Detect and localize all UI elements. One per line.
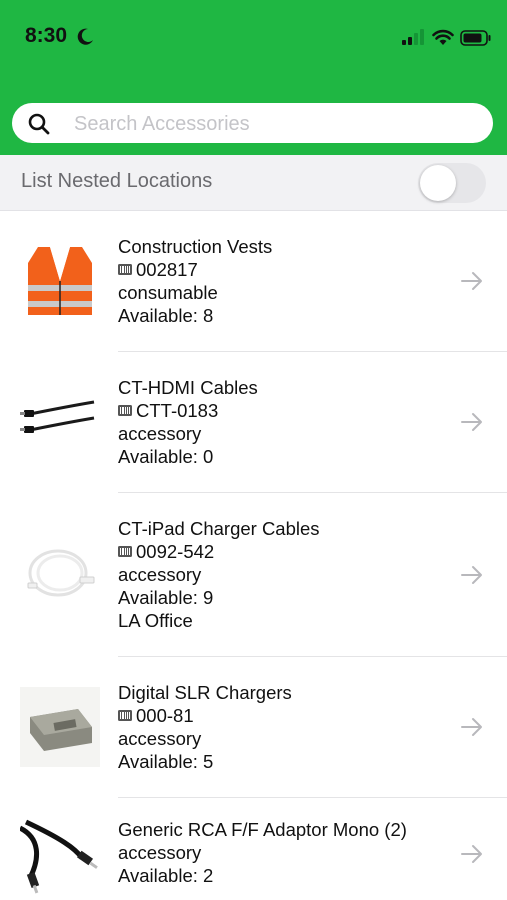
item-tag-value: 000-81 <box>136 705 194 726</box>
item-name: Generic RCA F/F Adaptor Mono (2) <box>118 819 407 840</box>
rca-cable-image <box>20 819 98 894</box>
nested-locations-toggle[interactable] <box>418 163 486 203</box>
status-time: 8:30 <box>25 24 68 47</box>
item-details: CT-HDMI Cables CTT-0183 accessory Availa… <box>118 376 258 468</box>
item-tag: 000-81 <box>118 704 292 727</box>
header: 8:30 <box>0 0 507 155</box>
list-item-digital-slr-chargers[interactable]: Digital SLR Chargers 000-81 accessory Av… <box>0 657 507 798</box>
item-category: accessory <box>118 564 202 585</box>
item-location: LA Office <box>118 610 193 631</box>
item-details: Digital SLR Chargers 000-81 accessory Av… <box>118 681 292 773</box>
list-item-ct-hdmi-cables[interactable]: CT-HDMI Cables CTT-0183 accessory Availa… <box>0 352 507 493</box>
battery-icon <box>460 30 491 46</box>
search-input[interactable] <box>72 107 476 141</box>
item-available: Available: 2 <box>118 865 214 886</box>
item-category: accessory <box>118 423 202 444</box>
item-details: CT-iPad Charger Cables 0092-542 accessor… <box>118 517 320 632</box>
item-name: CT-iPad Charger Cables <box>118 518 320 539</box>
item-available: Available: 9 <box>118 587 214 608</box>
item-tag: 002817 <box>118 258 272 281</box>
item-name: CT-HDMI Cables <box>118 377 258 398</box>
item-name: Construction Vests <box>118 236 273 257</box>
barcode-icon <box>118 405 132 416</box>
item-name: Digital SLR Chargers <box>118 682 292 703</box>
barcode-icon <box>118 264 132 275</box>
item-tag-value: 002817 <box>136 259 198 280</box>
arrow-right-icon[interactable] <box>460 412 484 432</box>
item-details: Construction Vests 002817 consumable Ava… <box>118 235 272 327</box>
hdmi-cable-image <box>20 400 95 433</box>
list-item-construction-vests[interactable]: Construction Vests 002817 consumable Ava… <box>0 211 507 352</box>
list-item-ct-ipad-charger-cables[interactable]: CT-iPad Charger Cables 0092-542 accessor… <box>0 493 507 657</box>
item-available: Available: 0 <box>118 446 214 467</box>
barcode-icon <box>118 546 132 557</box>
wifi-icon <box>432 29 454 45</box>
cellular-signal-icon <box>402 29 424 45</box>
item-category: consumable <box>118 282 218 303</box>
camera-battery-image <box>20 687 100 767</box>
item-tag-value: 0092-542 <box>136 541 215 562</box>
item-available: Available: 5 <box>118 751 214 772</box>
toggle-knob <box>420 165 456 201</box>
barcode-icon <box>118 710 132 721</box>
arrow-right-icon[interactable] <box>460 844 484 864</box>
arrow-right-icon[interactable] <box>460 565 484 585</box>
search-bar[interactable] <box>12 103 493 143</box>
status-bar: 8:30 <box>0 0 507 70</box>
arrow-right-icon[interactable] <box>460 271 484 291</box>
nested-locations-label: List Nested Locations <box>21 170 213 192</box>
search-icon <box>28 113 50 135</box>
item-tag-value: CTT-0183 <box>136 400 219 421</box>
item-available: Available: 8 <box>118 305 214 326</box>
item-details: Generic RCA F/F Adaptor Mono (2) accesso… <box>118 818 407 887</box>
list-item-generic-rca-adaptor[interactable]: Generic RCA F/F Adaptor Mono (2) accesso… <box>0 798 507 900</box>
safety-vest-image <box>28 247 92 315</box>
usb-cable-image <box>27 549 95 597</box>
arrow-right-icon[interactable] <box>460 717 484 737</box>
item-tag: 0092-542 <box>118 540 320 563</box>
item-tag: CTT-0183 <box>118 399 258 422</box>
item-category: accessory <box>118 728 202 749</box>
moon-icon <box>77 28 93 45</box>
item-category: accessory <box>118 842 202 863</box>
